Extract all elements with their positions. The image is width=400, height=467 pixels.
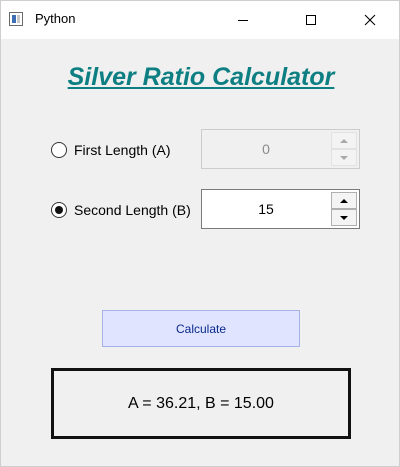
first-length-increment-button bbox=[331, 132, 357, 149]
maximize-icon bbox=[306, 15, 316, 25]
second-length-decrement-button[interactable] bbox=[331, 209, 357, 226]
first-length-value: 0 bbox=[262, 141, 270, 157]
first-length-decrement-button bbox=[331, 149, 357, 166]
window-title: Python bbox=[35, 11, 76, 26]
second-length-increment-button[interactable] bbox=[331, 192, 357, 209]
chevron-down-icon bbox=[340, 155, 348, 160]
second-length-spinbox[interactable]: 15 bbox=[201, 189, 360, 229]
page-title: Silver Ratio Calculator bbox=[67, 63, 335, 91]
close-button[interactable] bbox=[347, 1, 393, 39]
first-length-stepper bbox=[331, 132, 357, 166]
chevron-up-icon bbox=[340, 198, 348, 203]
radio-second-length-indicator[interactable] bbox=[51, 202, 67, 218]
python-app-icon bbox=[9, 12, 23, 26]
first-length-spinbox: 0 bbox=[201, 129, 360, 169]
radio-first-length-label[interactable]: First Length (A) bbox=[74, 142, 170, 158]
radio-second-length-label[interactable]: Second Length (B) bbox=[74, 202, 191, 218]
maximize-button[interactable] bbox=[288, 1, 334, 39]
app-window: Python Silver Ratio Calculator First Len… bbox=[0, 0, 400, 467]
radio-second-length[interactable]: Second Length (B) bbox=[51, 200, 191, 220]
second-length-value[interactable]: 15 bbox=[202, 190, 330, 228]
chevron-down-icon bbox=[340, 215, 348, 220]
close-icon bbox=[364, 14, 376, 26]
title-bar: Python bbox=[1, 1, 399, 39]
chevron-up-icon bbox=[340, 138, 348, 143]
second-length-stepper[interactable] bbox=[331, 192, 357, 226]
radio-first-length[interactable]: First Length (A) bbox=[51, 140, 170, 160]
radio-first-length-indicator[interactable] bbox=[51, 142, 67, 158]
calculate-button[interactable]: Calculate bbox=[102, 310, 300, 347]
minimize-button[interactable] bbox=[220, 1, 266, 39]
result-display: A = 36.21, B = 15.00 bbox=[51, 368, 351, 439]
minimize-icon bbox=[238, 19, 248, 21]
